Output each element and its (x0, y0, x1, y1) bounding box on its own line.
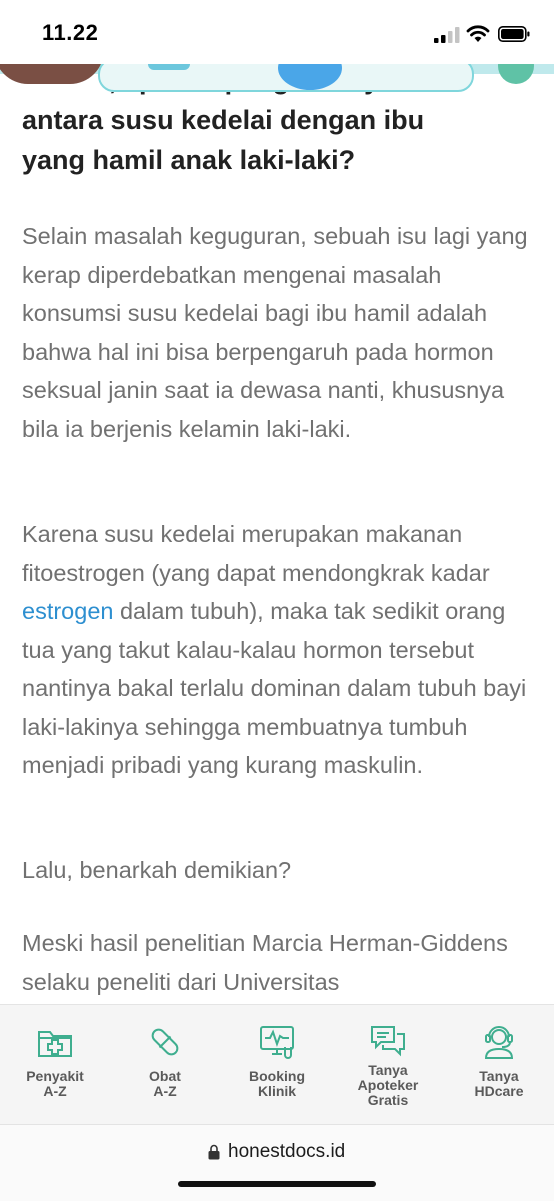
nav-label: Penyakit A-Z (26, 1068, 84, 1099)
lab-monitor-icon (260, 1026, 294, 1059)
nav-obat-az[interactable]: Obat A-Z (110, 1005, 220, 1125)
site-header-banner (0, 64, 554, 92)
nav-label: Booking Klinik (249, 1068, 305, 1099)
headset-agent-icon (484, 1026, 514, 1059)
folder-medical-icon (38, 1031, 72, 1057)
status-bar: 11.22 (0, 0, 554, 64)
chat-bubbles-icon (371, 1026, 405, 1057)
nav-tanya-apoteker[interactable]: Tanya Apoteker Gratis (333, 1005, 443, 1125)
home-indicator[interactable] (178, 1181, 376, 1187)
nav-label: Tanya HDcare (474, 1068, 524, 1099)
nav-tanya-hdcare[interactable]: Tanya HDcare (444, 1005, 554, 1125)
bottom-navigation: Penyakit A-Z Obat A-Z Booking Klinik Tan… (0, 1004, 554, 1125)
paragraph-2-text-b: dalam tubuh), maka tak sedikit orang tua… (22, 598, 527, 778)
wifi-icon (466, 25, 490, 42)
heading-line-3: yang hamil anak laki-laki? (22, 145, 356, 175)
url-text[interactable]: honestdocs.id (228, 1141, 345, 1163)
paragraph-2: Karena susu kedelai merupakan makanan fi… (22, 515, 536, 785)
browser-url-bar[interactable]: honestdocs.id (0, 1124, 554, 1201)
nav-label: Obat A-Z (149, 1068, 181, 1099)
paragraph-3: Lalu, benarkah demikian? (22, 857, 292, 883)
nav-booking-klinik[interactable]: Booking Klinik (222, 1005, 332, 1125)
battery-icon (498, 26, 530, 42)
banner-avatar (498, 64, 534, 84)
lock-icon (208, 1144, 220, 1160)
nav-label: Tanya Apoteker Gratis (357, 1062, 419, 1108)
paragraph-4: Meski hasil penelitian Marcia Herman-Gid… (22, 930, 508, 995)
paragraph-1: Selain masalah keguguran, sebuah isu lag… (22, 223, 528, 442)
heading-line-2: antara susu kedelai dengan ibu (22, 105, 425, 135)
cellular-signal-icon (434, 27, 460, 43)
nav-penyakit-az[interactable]: Penyakit A-Z (0, 1005, 110, 1125)
paragraph-2-text-a: Karena susu kedelai merupakan makanan fi… (22, 521, 490, 586)
banner-logo (148, 64, 190, 70)
banner-thumbnail (0, 64, 104, 84)
estrogen-link[interactable]: estrogen (22, 598, 113, 624)
clock: 11.22 (42, 20, 99, 45)
pill-capsule-icon (151, 1028, 179, 1056)
